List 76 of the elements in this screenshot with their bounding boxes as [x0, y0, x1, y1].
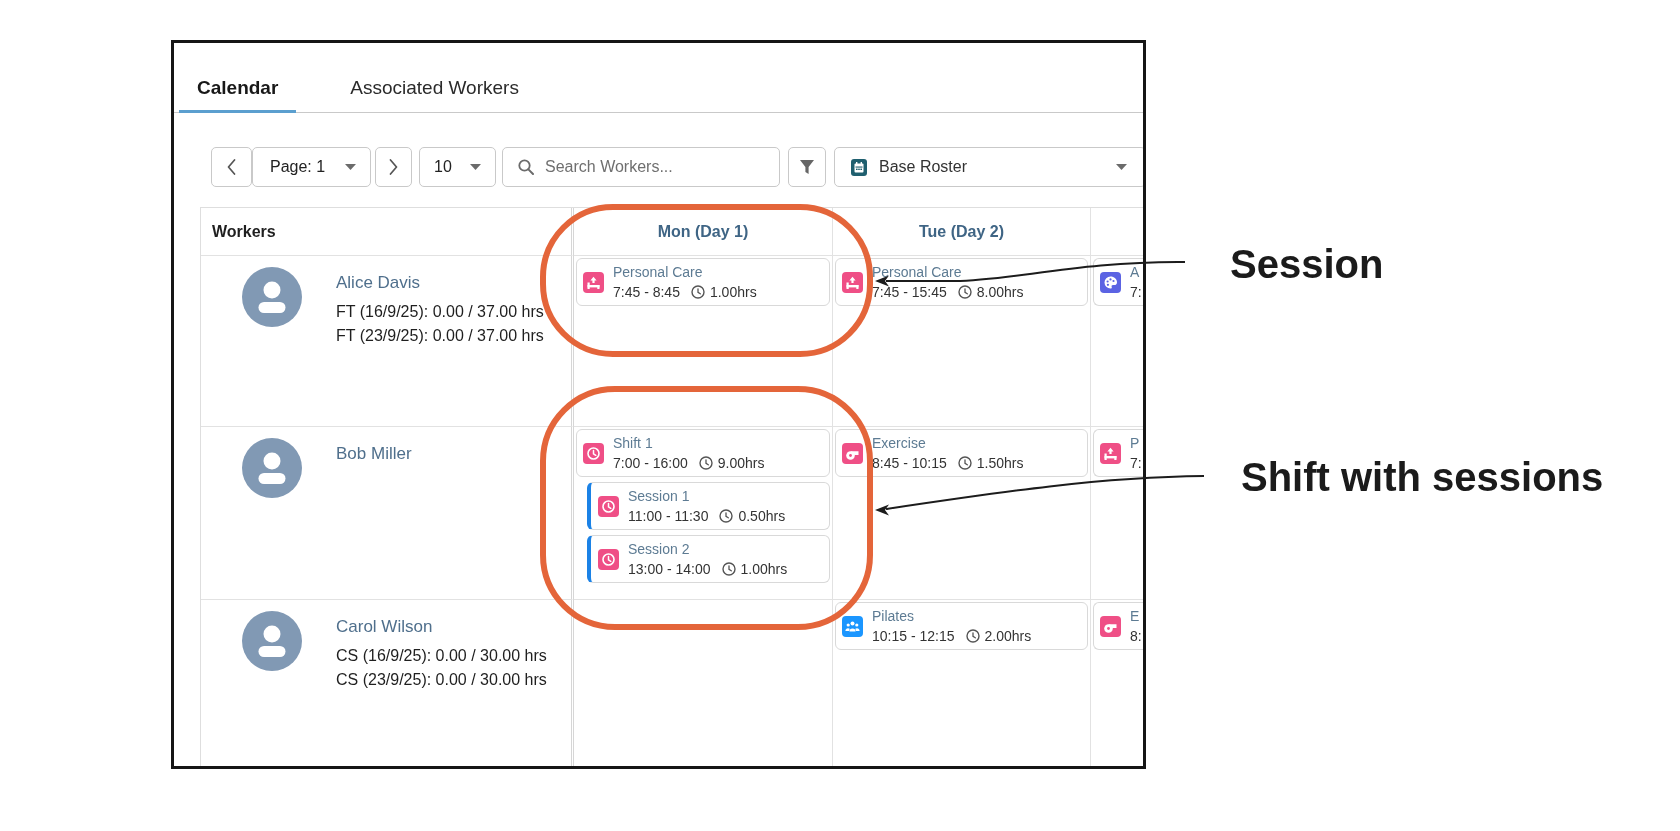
- entry-time: 8:: [1130, 628, 1142, 644]
- page-size-select[interactable]: 10: [419, 147, 496, 187]
- entry-time: 8:45 - 10:15: [872, 455, 947, 471]
- filter-button[interactable]: [788, 147, 826, 187]
- entry-card[interactable]: A 7:: [1093, 258, 1143, 306]
- caret-down-icon: [1116, 164, 1127, 170]
- tab[interactable]: Calendar: [179, 65, 297, 113]
- filter-icon: [800, 160, 814, 174]
- chevron-left-icon: [227, 159, 236, 175]
- entry-title: P: [1130, 433, 1141, 452]
- avatar-icon: [242, 611, 302, 671]
- entry-duration: 9.00hrs: [717, 455, 765, 471]
- entry-card[interactable]: Pilates 10:15 - 12:15 2.00hrs: [835, 602, 1088, 650]
- worker-hours: FT (16/9/25): 0.00 / 37.00 hrs: [336, 302, 544, 322]
- column-header: Workers: [201, 208, 574, 256]
- clock-icon: [965, 629, 980, 643]
- session-card[interactable]: Session 1 11:00 - 11:30 0.50hrs: [587, 482, 830, 530]
- entry-card[interactable]: Personal Care 7:45 - 15:45 8.00hrs: [835, 258, 1088, 306]
- clock-icon: [719, 509, 734, 523]
- entry-title: Pilates: [872, 606, 916, 625]
- worker-name[interactable]: Carol Wilson: [336, 616, 547, 638]
- column-header: Mon (Day 1): [574, 208, 833, 256]
- entry-card[interactable]: Shift 1 7:00 - 16:00 9.00hrs: [576, 429, 830, 477]
- entry-card[interactable]: Personal Care 7:45 - 8:45 1.00hrs: [576, 258, 830, 306]
- entry-time: 13:00 - 14:00: [628, 561, 711, 577]
- entry-duration: 0.50hrs: [738, 508, 786, 524]
- clock-icon: [698, 456, 713, 470]
- entry-title: Personal Care: [613, 262, 704, 281]
- entry-time: 7:: [1130, 284, 1142, 300]
- search-icon: [518, 159, 534, 175]
- entry-time: 7:00 - 16:00: [613, 455, 688, 471]
- worker-name[interactable]: Alice Davis: [336, 272, 544, 294]
- entry-title: Exercise: [872, 433, 927, 452]
- worker-hours: FT (23/9/25): 0.00 / 37.00 hrs: [336, 326, 544, 346]
- clock-icon: [957, 285, 972, 299]
- worker-hours: CS (23/9/25): 0.00 / 30.00 hrs: [336, 670, 547, 690]
- entry-title: Session 1: [628, 486, 691, 505]
- caret-down-icon: [345, 164, 356, 170]
- entry-time: 7:45 - 8:45: [613, 284, 680, 300]
- entry-time: 7:: [1130, 455, 1142, 471]
- entry-card[interactable]: Exercise 8:45 - 10:15 1.50hrs: [835, 429, 1088, 477]
- next-page-button[interactable]: [375, 147, 412, 187]
- entry-time: 10:15 - 12:15: [872, 628, 955, 644]
- entry-duration: 1.00hrs: [709, 284, 757, 300]
- entry-title: E: [1130, 606, 1141, 625]
- worker-hours: CS (16/9/25): 0.00 / 30.00 hrs: [336, 646, 547, 666]
- clock-icon: [690, 285, 705, 299]
- calendar-icon: [851, 158, 867, 176]
- page-select[interactable]: Page: 1: [252, 147, 371, 187]
- entry-card[interactable]: P 7:: [1093, 429, 1143, 477]
- entry-duration: 8.00hrs: [976, 284, 1024, 300]
- entry-time: 11:00 - 11:30: [628, 508, 709, 524]
- entry-duration: 2.00hrs: [984, 628, 1032, 644]
- entry-title: A: [1130, 262, 1141, 281]
- entry-title: Personal Care: [872, 262, 963, 281]
- entry-card[interactable]: E 8:: [1093, 602, 1143, 650]
- roster-select[interactable]: Base Roster: [834, 147, 1143, 187]
- entry-title: Session 2: [628, 539, 691, 558]
- entry-duration: 1.50hrs: [976, 455, 1024, 471]
- chevron-right-icon: [389, 159, 398, 175]
- caret-down-icon: [470, 164, 481, 170]
- clock-icon: [721, 562, 736, 576]
- clock-icon: [957, 456, 972, 470]
- previous-page-button[interactable]: [211, 147, 252, 187]
- column-header: Tue (Day 2): [833, 208, 1091, 256]
- avatar-icon: [242, 438, 302, 498]
- entry-title: Shift 1: [613, 433, 654, 452]
- entry-duration: 1.00hrs: [740, 561, 788, 577]
- avatar-icon: [242, 267, 302, 327]
- annotation-label: Session: [1230, 241, 1384, 287]
- worker-name[interactable]: Bob Miller: [336, 443, 412, 465]
- search-field[interactable]: Search Workers...: [502, 147, 780, 187]
- annotation-label: Shift with sessions: [1241, 454, 1604, 500]
- entry-time: 7:45 - 15:45: [872, 284, 947, 300]
- session-card[interactable]: Session 2 13:00 - 14:00 1.00hrs: [587, 535, 830, 583]
- tab[interactable]: Associated Workers: [332, 65, 537, 113]
